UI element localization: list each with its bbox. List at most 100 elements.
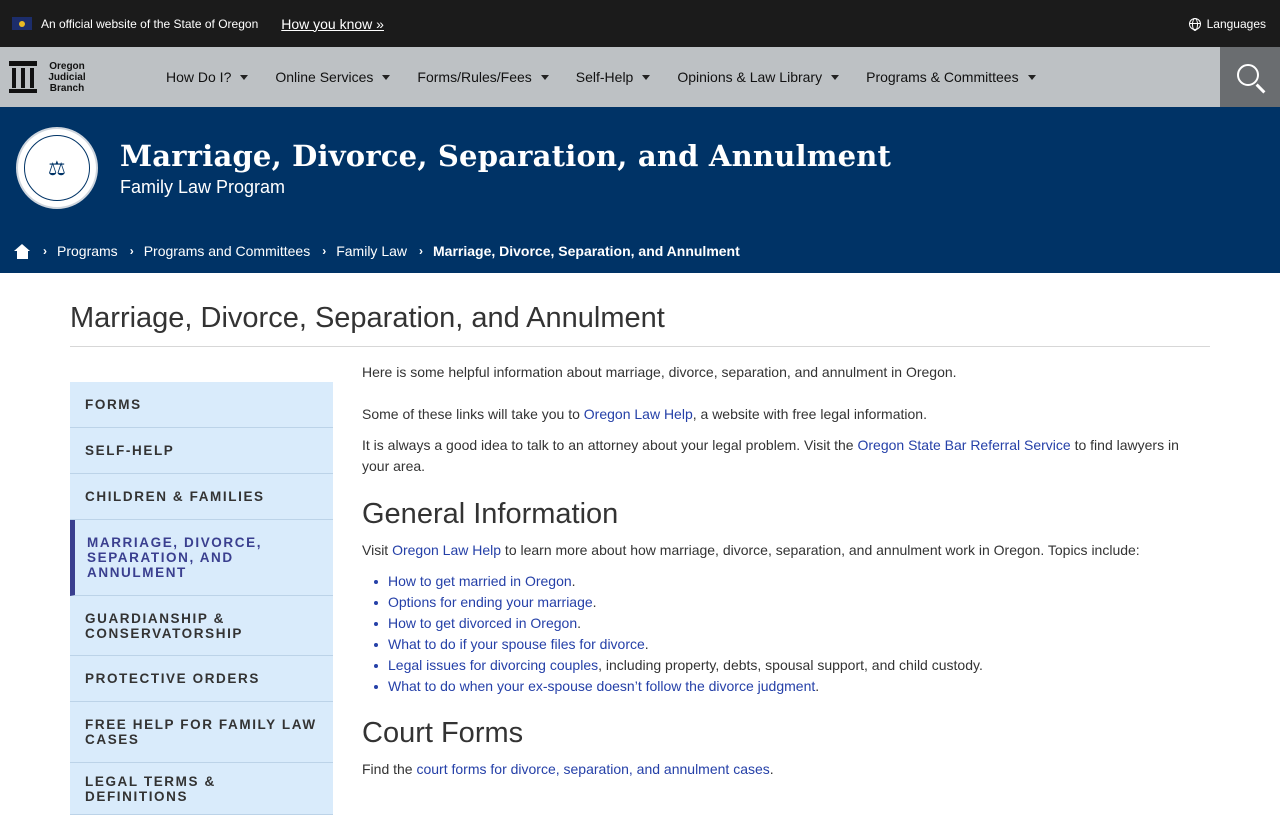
- breadcrumb-programs[interactable]: Programs: [57, 243, 118, 259]
- chevron-right-icon: ›: [43, 244, 47, 258]
- court-forms-heading: Court Forms: [362, 717, 524, 749]
- caret-down-icon: [831, 74, 840, 80]
- sidebar-item-marriage-divorce[interactable]: Marriage, Divorce, Separation, and Annul…: [70, 520, 333, 596]
- general-information-paragraph: Visit Oregon Law Help to learn more abou…: [362, 540, 1192, 561]
- judicial-department-seal: ⚖: [16, 127, 98, 209]
- sidebar-item-label: Protective Orders: [85, 671, 260, 686]
- list-item-text: .: [571, 573, 576, 589]
- breadcrumb-programs-and-committees[interactable]: Programs and Committees: [144, 243, 311, 259]
- chevron-right-icon: ›: [322, 244, 327, 258]
- list-item-text: .: [577, 615, 581, 631]
- caret-down-icon: [642, 74, 651, 80]
- sidebar-item-free-help[interactable]: Free Help for Family Law Cases: [70, 702, 333, 763]
- paragraph-text: It is always a good idea to talk to an a…: [362, 437, 858, 453]
- scales-of-justice-icon: ⚖: [24, 135, 90, 201]
- list-item-text: .: [815, 678, 820, 694]
- search-icon: [1236, 63, 1259, 86]
- attorney-paragraph: It is always a good idea to talk to an a…: [362, 435, 1192, 477]
- paragraph-text: to learn more about how marriage, divorc…: [501, 542, 1140, 558]
- main-nav: Oregon Judicial Branch How Do I? Online …: [0, 47, 1280, 107]
- topic-link-legal-issues[interactable]: Legal issues for divorcing couples: [388, 657, 598, 673]
- oregon-flag-icon: [12, 17, 32, 30]
- nav-how-do-i[interactable]: How Do I?: [166, 69, 249, 85]
- nav-label: Forms/Rules/Fees: [417, 69, 532, 85]
- caret-down-icon: [540, 74, 549, 80]
- chevron-right-icon: ›: [129, 244, 134, 258]
- nav-label: Self-Help: [575, 69, 634, 85]
- list-item: What to do when your ex-spouse doesn’t f…: [374, 676, 1192, 697]
- topic-link-ex-spouse-judgment[interactable]: What to do when your ex-spouse doesn’t f…: [388, 678, 815, 694]
- sidebar-item-legal-terms[interactable]: Legal Terms & Definitions: [70, 763, 333, 815]
- languages-button[interactable]: Languages: [1188, 0, 1266, 47]
- court-forms-link[interactable]: court forms for divorce, separation, and…: [416, 761, 769, 777]
- nav-label: How Do I?: [166, 69, 232, 85]
- sidebar-item-forms[interactable]: Forms: [70, 382, 333, 428]
- chevron-right-icon: ›: [419, 244, 423, 258]
- side-nav: Forms Self-Help Children & Families Marr…: [70, 382, 333, 815]
- nav-self-help[interactable]: Self-Help: [576, 69, 651, 85]
- paragraph-text: Some of these links will take you to: [362, 406, 584, 422]
- title-divider: [70, 346, 1210, 347]
- paragraph-text: Find the: [362, 761, 417, 777]
- list-item-text: , including property, debts, spousal sup…: [598, 657, 983, 673]
- paragraph-text: , a website with free legal information.: [692, 406, 927, 422]
- sidebar-item-label: Legal Terms & Definitions: [85, 773, 216, 804]
- oregon-law-help-paragraph: Some of these links will take you to Ore…: [362, 404, 1192, 425]
- sidebar-item-label: Free Help for Family Law Cases: [85, 717, 317, 747]
- nav-online-services[interactable]: Online Services: [275, 69, 391, 85]
- bar-referral-link[interactable]: Oregon State Bar Referral Service: [857, 437, 1070, 453]
- official-site-text: An official website of the State of Oreg…: [41, 16, 259, 31]
- main-content: Here is some helpful information about m…: [362, 360, 1192, 780]
- breadcrumb-family-law[interactable]: Family Law: [336, 243, 407, 259]
- page-title: Marriage, Divorce, Separation, and Annul…: [70, 302, 665, 334]
- topic-link-get-divorced[interactable]: How to get divorced in Oregon: [388, 615, 577, 631]
- nav-label: Opinions & Law Library: [677, 69, 823, 85]
- nav-forms-rules-fees[interactable]: Forms/Rules/Fees: [417, 69, 549, 85]
- banner-subtitle: Family Law Program: [120, 177, 286, 197]
- languages-label: Languages: [1206, 16, 1266, 31]
- list-item-text: .: [644, 636, 649, 652]
- logo-text: Oregon Judicial Branch: [48, 60, 86, 94]
- how-you-know-link[interactable]: How you know »: [281, 16, 384, 32]
- list-item: What to do if your spouse files for divo…: [374, 634, 1192, 655]
- intro-paragraph: Here is some helpful information about m…: [362, 364, 957, 380]
- topic-link-spouse-files[interactable]: What to do if your spouse files for divo…: [388, 636, 645, 652]
- caret-down-icon: [240, 74, 249, 80]
- topic-link-ending-marriage[interactable]: Options for ending your marriage: [388, 594, 593, 610]
- paragraph-text: .: [769, 761, 774, 777]
- sidebar-item-label: Guardianship & Conservatorship: [85, 610, 244, 641]
- oregon-law-help-link-2[interactable]: Oregon Law Help: [392, 542, 501, 558]
- official-site-bar: An official website of the State of Oreg…: [0, 0, 1280, 47]
- sidebar-item-self-help[interactable]: Self-Help: [70, 428, 333, 474]
- globe-icon: [1188, 17, 1201, 31]
- sidebar-item-protective-orders[interactable]: Protective Orders: [70, 656, 333, 702]
- list-item-text: .: [592, 594, 597, 610]
- nav-programs-committees[interactable]: Programs & Committees: [866, 69, 1036, 85]
- list-item: How to get divorced in Oregon.: [374, 613, 1192, 634]
- sidebar-item-children-families[interactable]: Children & Families: [70, 474, 333, 520]
- sidebar-item-label: Children & Families: [85, 489, 265, 504]
- court-forms-paragraph: Find the court forms for divorce, separa…: [362, 759, 1192, 780]
- caret-down-icon: [382, 74, 391, 80]
- nav-label: Online Services: [275, 69, 374, 85]
- breadcrumb: › Programs › Programs and Committees › F…: [14, 243, 752, 259]
- nav-label: Programs & Committees: [866, 69, 1019, 85]
- banner-title: Marriage, Divorce, Separation, and Annul…: [120, 139, 892, 173]
- sidebar-item-guardianship[interactable]: Guardianship & Conservatorship: [70, 596, 333, 656]
- courthouse-pillar-icon: [9, 61, 37, 93]
- list-item: Options for ending your marriage.: [374, 592, 1192, 613]
- oregon-law-help-link[interactable]: Oregon Law Help: [584, 406, 693, 422]
- sidebar-item-label: Self-Help: [85, 443, 175, 458]
- list-item: How to get married in Oregon.: [374, 571, 1192, 592]
- caret-down-icon: [1027, 74, 1036, 80]
- topics-list: How to get married in Oregon. Options fo…: [362, 571, 1192, 697]
- site-logo[interactable]: Oregon Judicial Branch: [0, 61, 166, 94]
- general-information-heading: General Information: [362, 498, 619, 530]
- topic-link-get-married[interactable]: How to get married in Oregon: [388, 573, 572, 589]
- search-button[interactable]: [1220, 47, 1280, 107]
- nav-opinions-law-library[interactable]: Opinions & Law Library: [677, 69, 840, 85]
- home-icon[interactable]: [14, 243, 31, 259]
- paragraph-text: Visit: [362, 542, 393, 558]
- breadcrumb-current: Marriage, Divorce, Separation, and Annul…: [433, 243, 740, 259]
- page-banner: ⚖ Marriage, Divorce, Separation, and Ann…: [0, 107, 1280, 273]
